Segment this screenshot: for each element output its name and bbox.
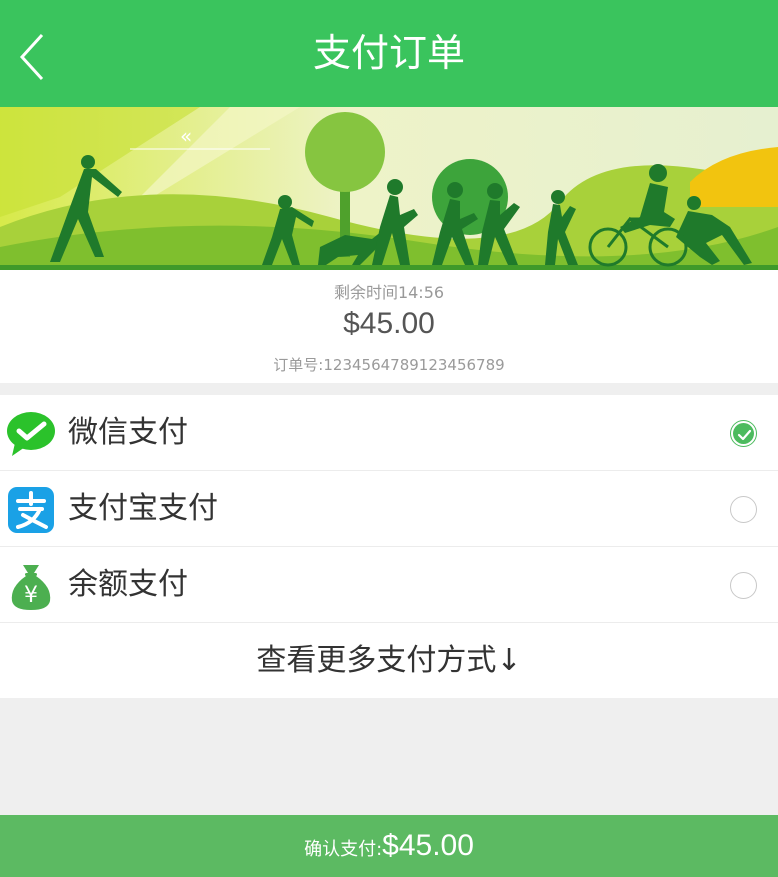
confirm-payment-label: 确认支付: [304,839,383,860]
payment-option-alipay[interactable]: 支付宝支付 [0,471,778,547]
selected-radio[interactable] [730,420,757,447]
payment-option-label: 余额支付 [68,567,188,602]
payment-option-wechat[interactable]: 微信支付 [0,395,778,471]
unselected-radio[interactable] [730,496,757,523]
payment-option-balance[interactable]: ¥ 余额支付 [0,547,778,623]
payment-methods: 微信支付 支付宝支付 ¥ 余额支付 查看更多支付方式↓ [0,395,778,698]
wechat-pay-icon [7,412,55,456]
alipay-icon [8,487,54,533]
remaining-time: 剩余时间14:56 [333,283,445,302]
money-bag-icon: ¥ [11,565,51,610]
svg-text:«: « [180,124,192,148]
order-amount: $45.00 [343,307,435,340]
payment-option-label: 微信支付 [68,415,188,450]
order-summary: 剩余时间14:56 $45.00 订单号:1234564789123456789 [0,270,778,383]
confirm-payment-amount: $45.00 [382,829,474,862]
confirm-payment-button[interactable]: 确认支付:$45.00 [0,815,778,877]
header-bar: 支付订单 [0,0,778,107]
unselected-radio[interactable] [730,572,757,599]
banner-image: « [0,107,778,270]
page-title: 支付订单 [312,31,465,75]
more-payment-methods-link[interactable]: 查看更多支付方式↓ [0,623,778,698]
svg-text:¥: ¥ [24,583,38,608]
checkmark-icon [737,429,752,441]
order-number: 订单号:1234564789123456789 [273,356,505,374]
payment-option-label: 支付宝支付 [68,491,218,526]
